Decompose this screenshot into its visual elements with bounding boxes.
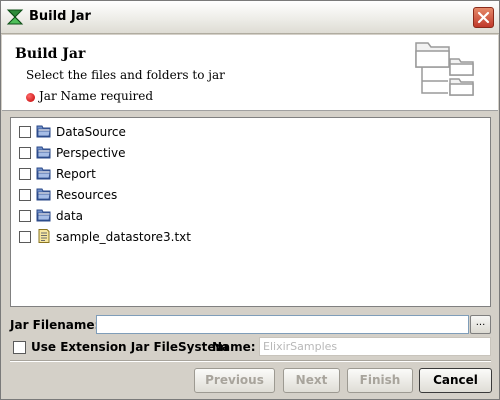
error-text: Jar Name required: [39, 89, 154, 103]
title-bar[interactable]: Build Jar: [1, 1, 499, 34]
tree-item-label: Report: [56, 167, 96, 181]
file-tree[interactable]: DataSource Perspective Report Resources …: [10, 117, 491, 307]
folder-icon: [36, 209, 51, 222]
tree-item-label: sample_datastore3.txt: [56, 230, 191, 244]
tree-item-resources[interactable]: Resources: [19, 185, 319, 203]
jar-filename-input[interactable]: [96, 315, 469, 334]
tree-item-checkbox[interactable]: [19, 189, 31, 201]
tree-item-checkbox[interactable]: [19, 168, 31, 180]
header-title: Build Jar: [15, 46, 86, 62]
name-value: ElixirSamples: [263, 340, 338, 353]
tree-item-perspective[interactable]: Perspective: [19, 143, 319, 161]
tree-item-sample-datastore3[interactable]: sample_datastore3.txt: [19, 227, 319, 245]
window-title: Build Jar: [29, 9, 91, 24]
next-button[interactable]: Next: [283, 368, 340, 393]
folder-icon: [36, 146, 51, 159]
tree-item-label: DataSource: [56, 125, 126, 139]
tree-item-report[interactable]: Report: [19, 164, 319, 182]
use-extension-checkbox[interactable]: [13, 341, 26, 354]
browse-button[interactable]: ...: [470, 315, 491, 334]
folder-tree-icon: [415, 42, 474, 96]
tree-item-checkbox[interactable]: [19, 126, 31, 138]
close-icon: [477, 11, 490, 24]
folder-icon: [36, 188, 51, 201]
text-file-icon: [38, 229, 50, 243]
tree-item-checkbox[interactable]: [19, 231, 31, 243]
folder-icon: [36, 125, 51, 138]
build-jar-icon: [6, 9, 24, 25]
build-jar-dialog: Build Jar Build Jar Select the files and…: [0, 0, 500, 400]
close-button[interactable]: [473, 7, 494, 28]
name-input[interactable]: ElixirSamples: [259, 337, 491, 356]
tree-item-data[interactable]: data: [19, 206, 319, 224]
tree-item-checkbox[interactable]: [19, 210, 31, 222]
tree-item-datasource[interactable]: DataSource: [19, 122, 319, 140]
jar-filename-label: Jar Filename:: [10, 318, 100, 332]
use-extension-label: Use Extension Jar FileSystem: [31, 340, 228, 354]
separator: [10, 360, 491, 362]
tree-item-checkbox[interactable]: [19, 147, 31, 159]
wizard-header: Build Jar Select the files and folders t…: [2, 35, 498, 111]
finish-button[interactable]: Finish: [347, 368, 413, 393]
name-label: Name:: [212, 340, 256, 354]
tree-item-label: data: [56, 209, 84, 223]
tree-item-label: Perspective: [56, 146, 126, 160]
error-icon: [26, 93, 35, 102]
folder-icon: [36, 167, 51, 180]
previous-button[interactable]: Previous: [194, 368, 275, 393]
header-description: Select the files and folders to jar: [26, 68, 225, 82]
cancel-button[interactable]: Cancel: [419, 368, 492, 393]
tree-item-label: Resources: [56, 188, 118, 202]
